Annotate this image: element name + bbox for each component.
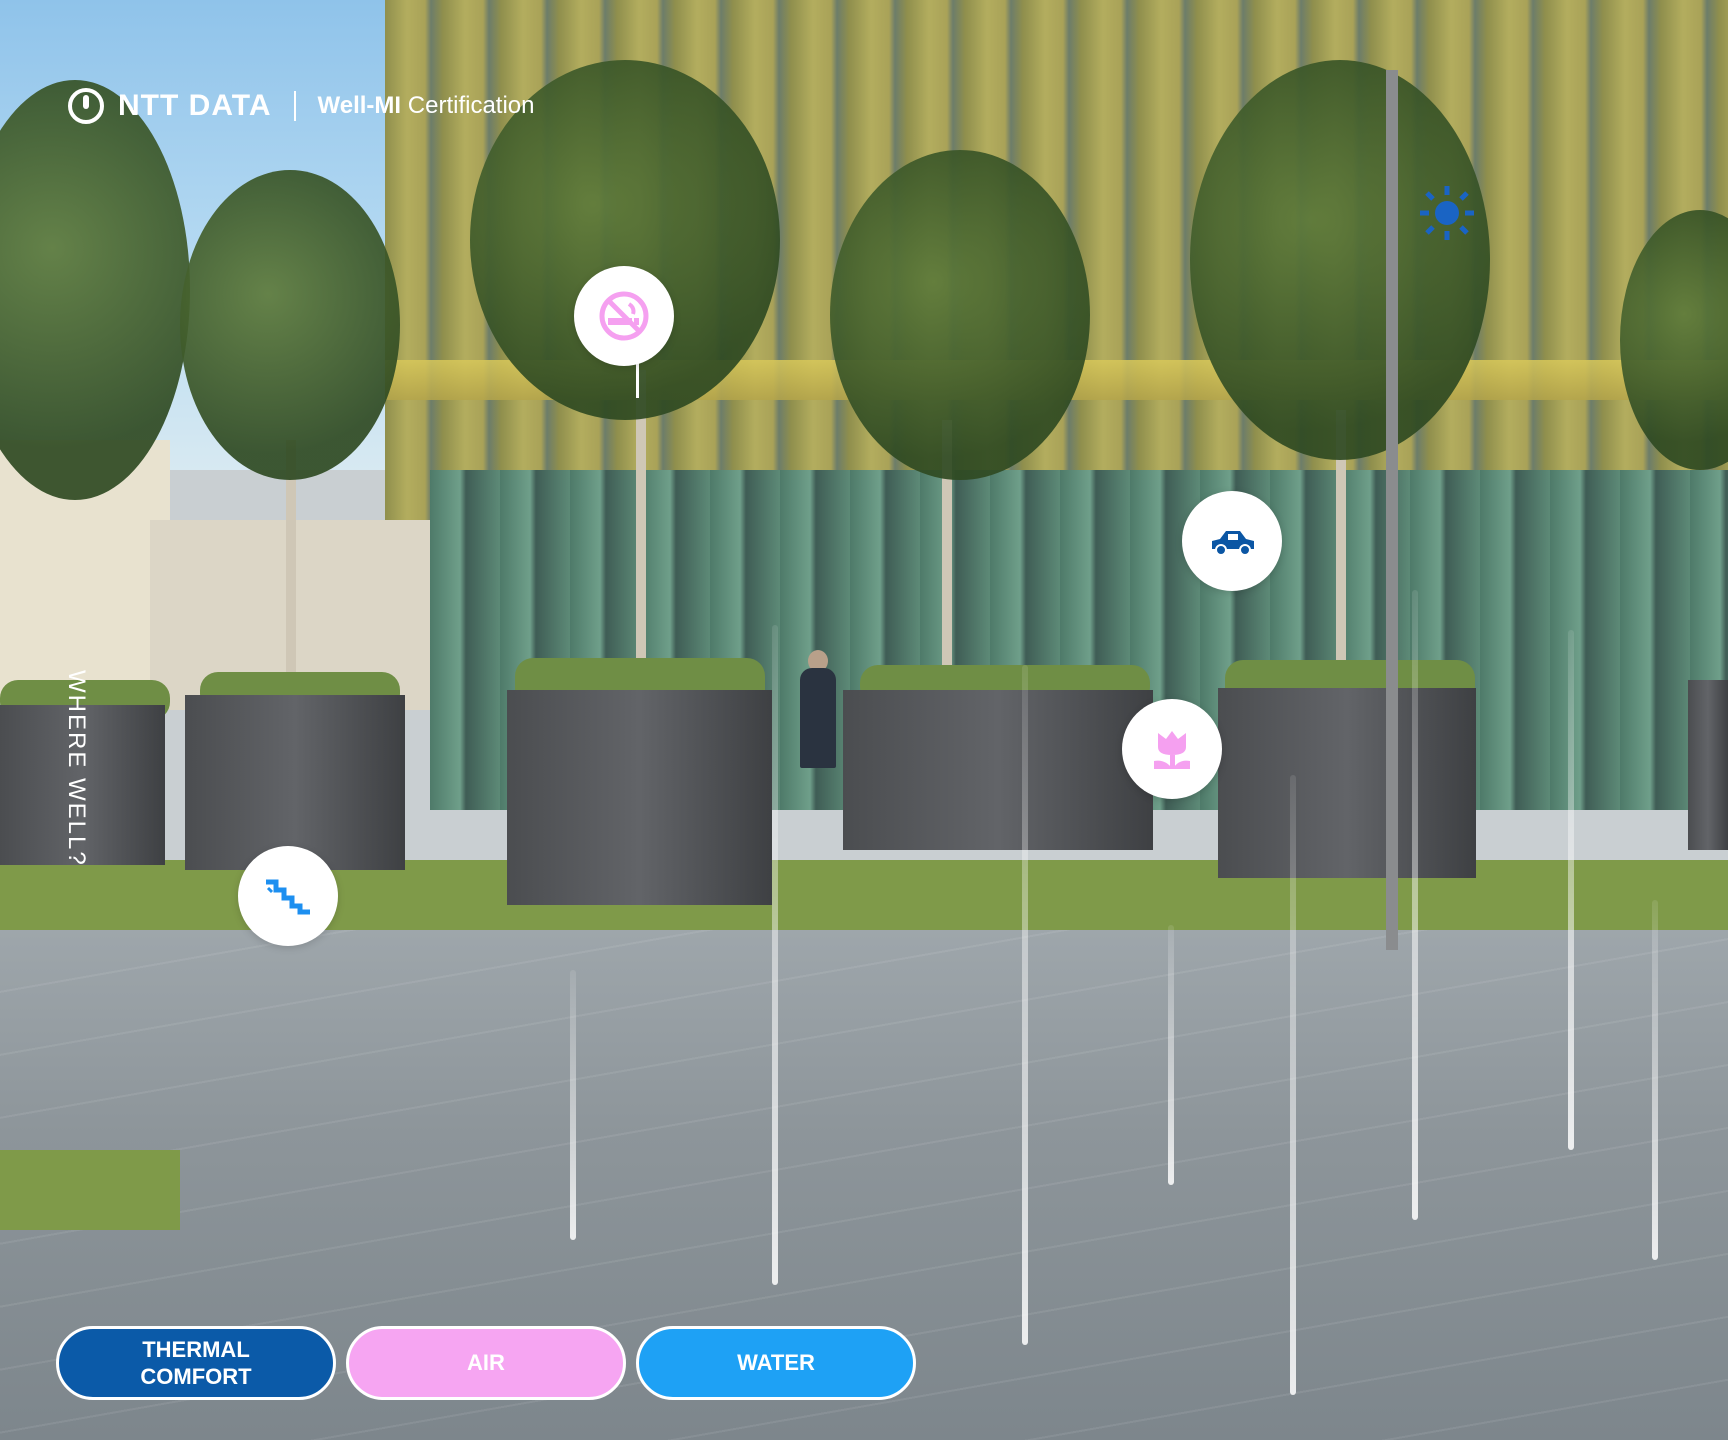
stairs-icon [266, 879, 310, 915]
ntt-data-logo-icon [68, 88, 104, 124]
water-label: WATER [737, 1350, 815, 1376]
water-button[interactable]: WATER [636, 1326, 916, 1400]
fountain-jet [1568, 630, 1574, 1150]
planter [1688, 680, 1728, 850]
marker-stairs[interactable] [238, 846, 338, 946]
air-button[interactable]: AIR [346, 1326, 626, 1400]
tree [830, 150, 1090, 480]
fountain-jet [1022, 665, 1028, 1345]
planter [843, 690, 1153, 850]
car-icon [1212, 531, 1254, 556]
fountain-jet [1412, 590, 1418, 1220]
marker-car[interactable] [1182, 491, 1282, 591]
fountain-jet [772, 625, 778, 1285]
person [800, 668, 836, 768]
fountain-jet [1290, 775, 1296, 1395]
no-smoking-icon [599, 291, 649, 341]
fountain-jet [1652, 900, 1658, 1260]
product-title: Well-MI Certification [318, 92, 535, 120]
marker-no-smoking[interactable] [574, 266, 674, 366]
fountain-jet [570, 970, 576, 1240]
tree [180, 170, 400, 480]
header: NTT DATA Well-MI Certification [68, 84, 534, 128]
header-divider [293, 91, 296, 121]
planter [185, 695, 405, 870]
sun-icon[interactable] [1418, 184, 1476, 242]
tree [1190, 60, 1490, 460]
lawn-3 [0, 1150, 180, 1230]
thermal-comfort-label: THERMAL COMFORT [140, 1336, 252, 1390]
brand-name: NTT DATA [118, 89, 272, 122]
flower-icon [1154, 731, 1190, 769]
product-title-rest: Certification [407, 92, 535, 119]
planter [507, 690, 772, 905]
product-title-bold: Well-MI [317, 92, 402, 119]
thermal-comfort-button[interactable]: THERMAL COMFORT [56, 1326, 336, 1400]
planter [1218, 688, 1476, 878]
air-label: AIR [467, 1350, 505, 1376]
lamp-post [1386, 70, 1398, 950]
marker-flower[interactable] [1122, 699, 1222, 799]
where-well-title: WHERE WELL? [63, 670, 90, 867]
fountain-jet [1168, 925, 1174, 1185]
